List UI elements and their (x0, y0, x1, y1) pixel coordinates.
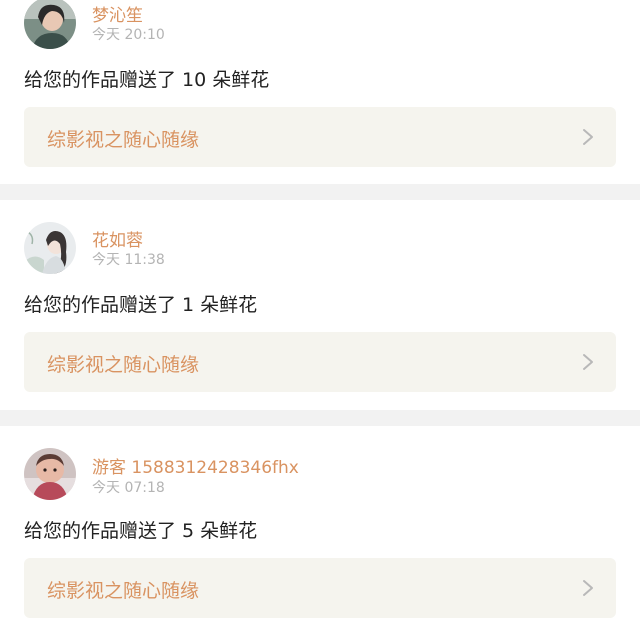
avatar[interactable] (24, 0, 76, 49)
username[interactable]: 游客 1588312428346fhx (92, 453, 299, 478)
avatar[interactable] (24, 222, 76, 274)
user-avatar-illustration-icon (24, 222, 76, 274)
work-link[interactable]: 综影视之随心随缘 (24, 332, 616, 392)
username[interactable]: 花如蓉 (92, 226, 143, 251)
avatar[interactable] (24, 448, 76, 500)
chevron-right-icon (582, 128, 594, 146)
chevron-right-icon (582, 353, 594, 371)
timestamp: 今天 07:18 (92, 480, 165, 496)
timestamp: 今天 20:10 (92, 27, 165, 43)
notification-card: 梦沁笙 今天 20:10 给您的作品赠送了 10 朵鲜花 综影视之随心随缘 (0, 0, 640, 184)
notification-card: 游客 1588312428346fhx 今天 07:18 给您的作品赠送了 5 … (0, 426, 640, 619)
work-link[interactable]: 综影视之随心随缘 (24, 107, 616, 167)
work-title: 综影视之随心随缘 (47, 354, 200, 376)
work-title: 综影视之随心随缘 (47, 580, 200, 602)
user-avatar-baby-photo-icon (24, 448, 76, 500)
gift-message: 给您的作品赠送了 1 朵鲜花 (24, 294, 258, 316)
gift-message: 给您的作品赠送了 10 朵鲜花 (24, 69, 270, 91)
notification-card: 花如蓉 今天 11:38 给您的作品赠送了 1 朵鲜花 综影视之随心随缘 (0, 200, 640, 410)
username[interactable]: 梦沁笙 (92, 1, 143, 26)
user-avatar-photo-icon (24, 0, 76, 49)
work-link[interactable]: 综影视之随心随缘 (24, 558, 616, 618)
notification-feed: 梦沁笙 今天 20:10 给您的作品赠送了 10 朵鲜花 综影视之随心随缘 花如… (0, 0, 640, 619)
timestamp: 今天 11:38 (92, 252, 165, 268)
gift-message: 给您的作品赠送了 5 朵鲜花 (24, 520, 258, 542)
chevron-right-icon (582, 579, 594, 597)
work-title: 综影视之随心随缘 (47, 129, 200, 151)
